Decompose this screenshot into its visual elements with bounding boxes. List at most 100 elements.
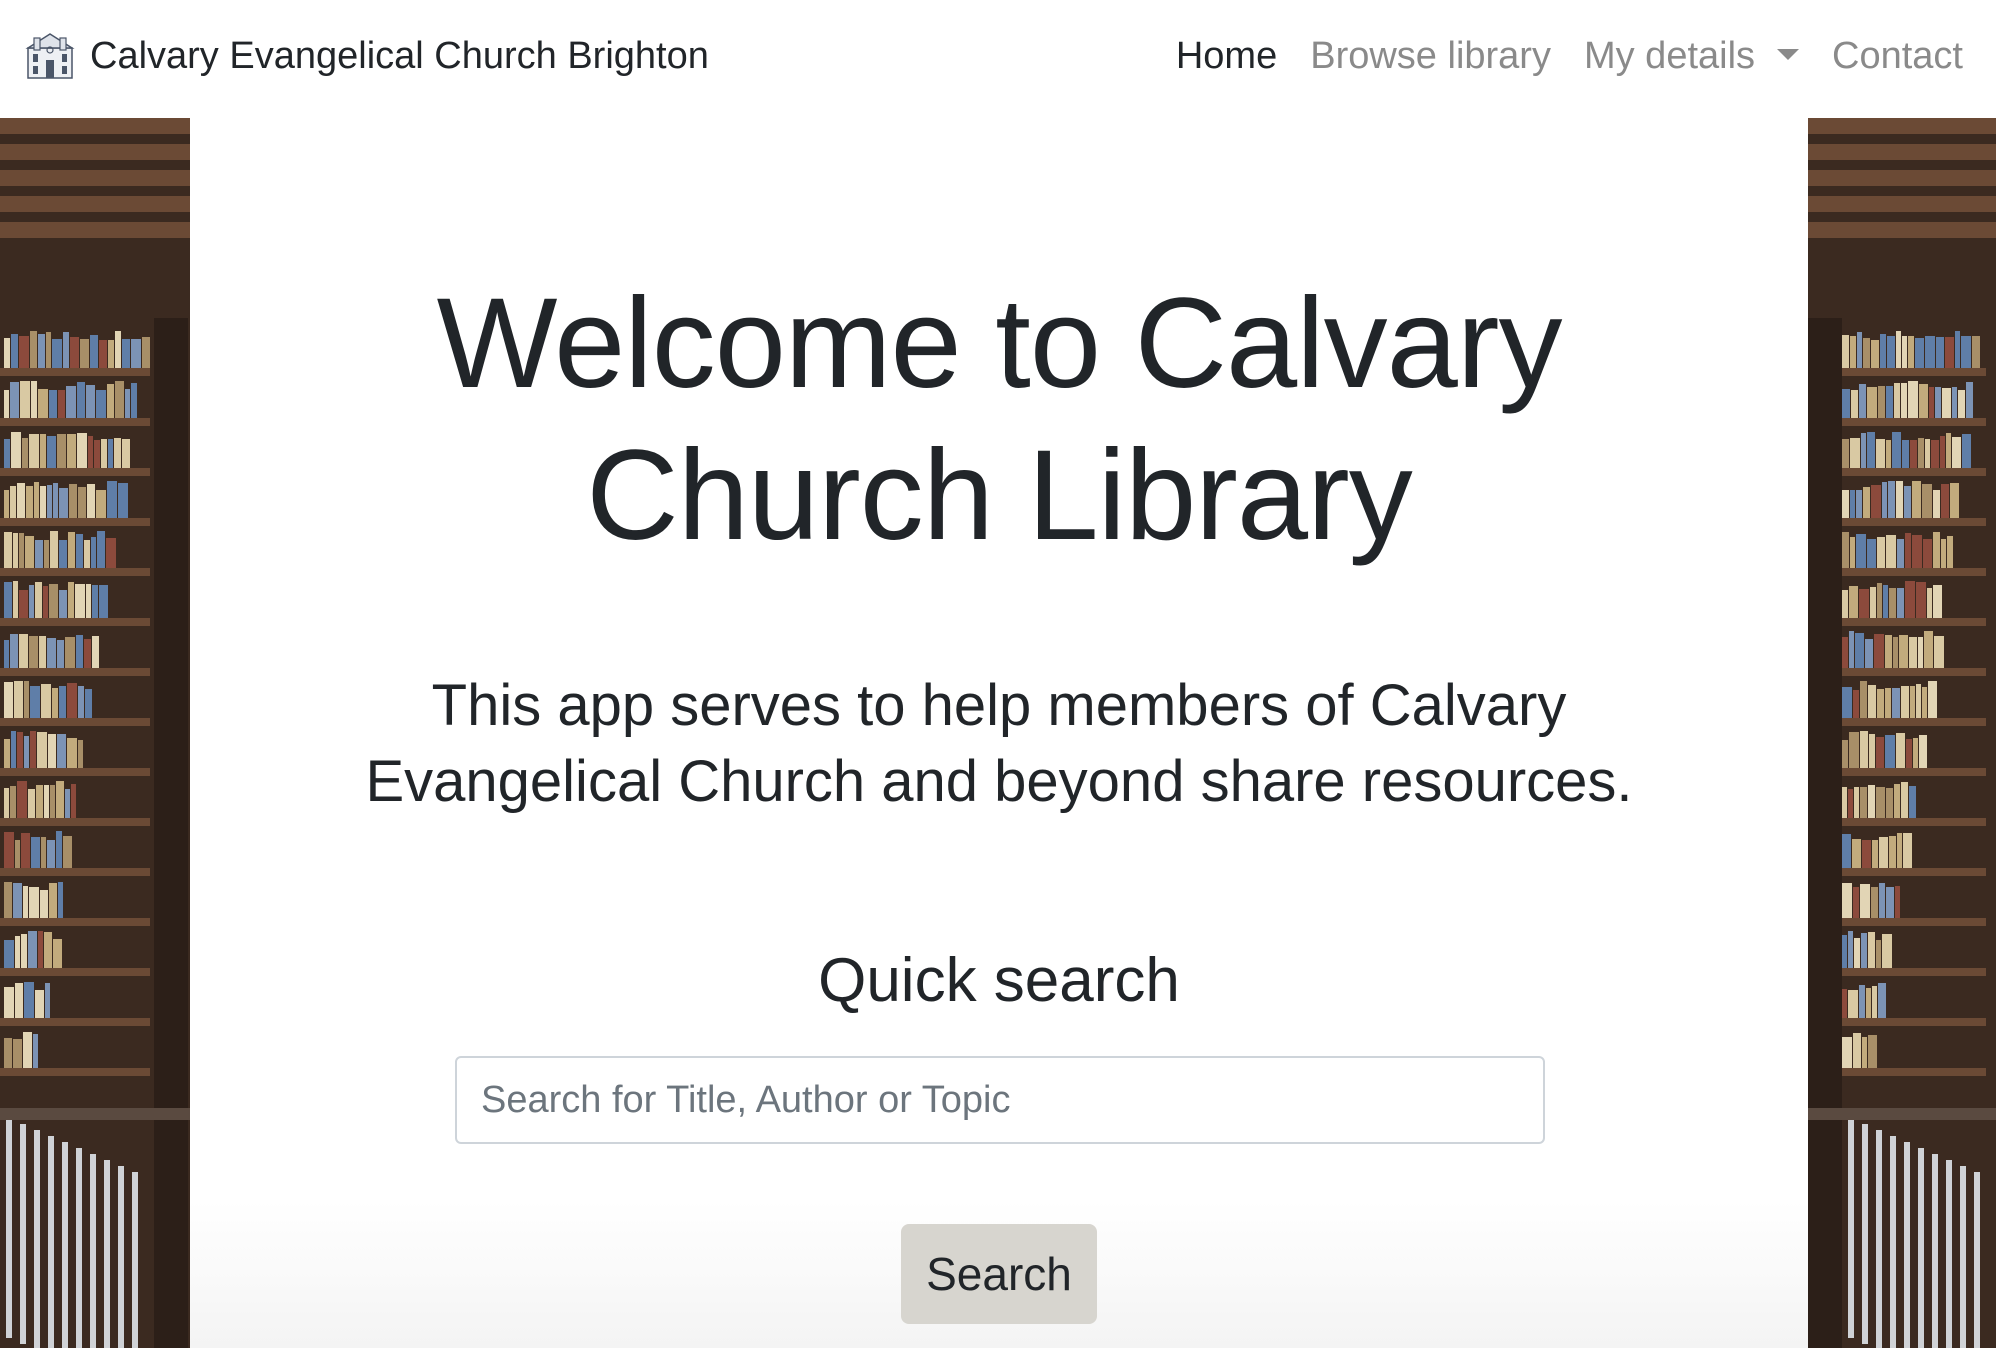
shelf-plank [0, 1068, 150, 1076]
ceiling-beam [0, 222, 190, 238]
book-spine [4, 338, 10, 368]
book-spine [1867, 539, 1876, 568]
book-spine [31, 837, 40, 868]
book-spine [1842, 637, 1848, 668]
church-building-icon [25, 33, 75, 79]
book-spine [1854, 787, 1859, 818]
book-spine [1899, 635, 1908, 668]
book-spine [4, 940, 14, 968]
book-spine [1952, 437, 1961, 468]
nav-home-link[interactable]: Home [1176, 30, 1277, 82]
book-spine [107, 384, 114, 418]
book-spine [1925, 336, 1935, 368]
book-spine [1862, 840, 1871, 868]
book-spine [30, 686, 40, 718]
library-bookshelves-image-right [1808, 118, 1996, 1348]
book-spine [1901, 782, 1908, 818]
book-spine [1901, 686, 1909, 718]
book-spine [1872, 840, 1878, 868]
book-spine [45, 983, 50, 1018]
book-spine [1915, 338, 1924, 368]
book-spine [1892, 432, 1901, 468]
book-spine [47, 638, 56, 668]
railing-baluster [48, 1136, 54, 1348]
book-spine [1863, 338, 1870, 368]
book-spine [1955, 331, 1960, 368]
book-spine [13, 883, 22, 918]
book-spine [1876, 787, 1885, 818]
intro-text: This app serves to help members of Calva… [190, 668, 1808, 820]
book-spine [1848, 931, 1853, 968]
ceiling-beam [1808, 170, 1996, 186]
ceiling-beam [1808, 144, 1996, 160]
shelf-plank [0, 568, 150, 576]
book-spine [53, 483, 58, 518]
book-spine [29, 636, 38, 668]
book-spine [23, 886, 28, 918]
nav-browse-library-link[interactable]: Browse library [1310, 30, 1551, 82]
nav-contact-link[interactable]: Contact [1832, 30, 1963, 82]
book-spine [1868, 685, 1876, 718]
book-spine [1878, 983, 1886, 1018]
nav-my-details-dropdown[interactable]: My details [1583, 30, 1800, 82]
book-spine [87, 484, 95, 518]
book-spine [1889, 836, 1896, 868]
nav-my-details-label: My details [1583, 35, 1756, 77]
book-spine [122, 439, 130, 468]
book-spine [1842, 532, 1849, 568]
book-spine [21, 934, 27, 968]
book-spine [10, 486, 16, 518]
book-spine [1879, 837, 1888, 868]
book-spine [77, 382, 85, 418]
brand-link[interactable]: Calvary Evangelical Church Brighton [24, 30, 709, 82]
book-spine [35, 582, 42, 618]
book-spine [59, 686, 66, 718]
book-spine [1897, 588, 1904, 618]
book-spine [99, 340, 107, 368]
book-spine [19, 634, 28, 668]
railing-baluster [6, 1118, 12, 1338]
book-spine [1877, 583, 1882, 618]
book-spine [1896, 481, 1903, 518]
shelf-plank [0, 868, 150, 876]
book-spine [52, 339, 62, 368]
shelf-plank [0, 968, 150, 976]
book-spine [15, 936, 20, 968]
book-spine [4, 832, 14, 868]
shelf-plank [0, 768, 150, 776]
book-spine [4, 439, 10, 468]
book-spine [1918, 637, 1923, 668]
book-spine [59, 540, 67, 568]
book-spine [1876, 940, 1881, 968]
book-spine [1842, 883, 1852, 918]
book-spine [49, 390, 57, 418]
shelf-plank [1838, 368, 1986, 376]
book-spine [20, 381, 30, 418]
book-spine [97, 531, 105, 568]
book-spine [1882, 482, 1887, 518]
search-button[interactable]: Search [901, 1224, 1097, 1324]
book-spine [4, 987, 14, 1018]
book-spine [1860, 787, 1867, 818]
book-spine [1906, 739, 1912, 768]
book-spine [46, 332, 51, 368]
book-spine [69, 484, 77, 518]
book-spine [1912, 481, 1921, 518]
book-spine [1902, 336, 1907, 368]
railing-baluster [1932, 1154, 1938, 1348]
book-spine [1942, 388, 1951, 418]
page-title-line-2: Church Library [586, 424, 1412, 567]
book-spine [1863, 487, 1870, 518]
book-spine [1853, 1033, 1861, 1068]
railing-baluster [62, 1142, 68, 1348]
book-spine [1903, 833, 1912, 868]
book-spine [1933, 490, 1940, 518]
search-input[interactable] [455, 1056, 1545, 1144]
book-spine [1871, 485, 1881, 518]
book-spine [25, 536, 34, 568]
book-spine [1935, 387, 1941, 418]
book-spine [1941, 539, 1946, 568]
book-spine [1886, 887, 1894, 918]
brand-name: Calvary Evangelical Church Brighton [90, 35, 709, 77]
book-spine [1897, 539, 1904, 568]
